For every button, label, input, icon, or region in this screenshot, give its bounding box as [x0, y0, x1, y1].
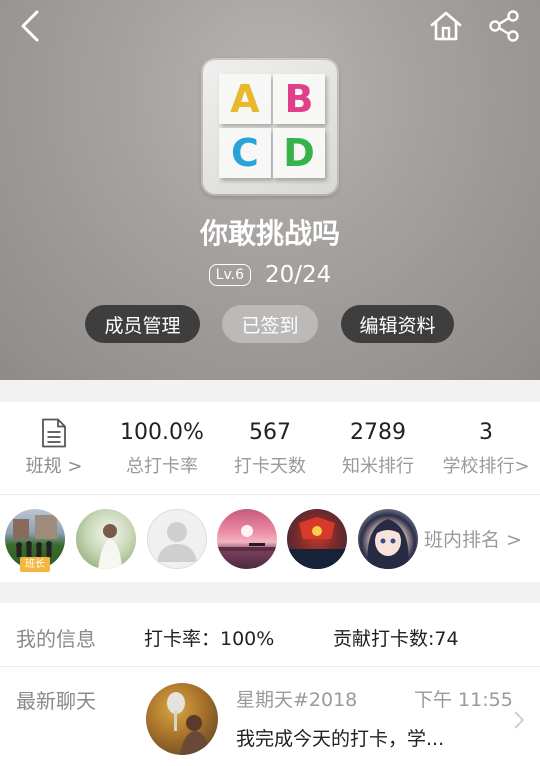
- chevron-left-icon: [21, 10, 39, 42]
- level-row: Lv.6 20/24: [0, 262, 540, 288]
- rules-link[interactable]: 班规 >: [0, 402, 108, 494]
- cover-letter: A: [219, 74, 271, 124]
- checkin-days-label: 打卡天数: [234, 456, 306, 477]
- checkin-rate-value: 100.0%: [120, 420, 204, 445]
- share-button[interactable]: [484, 6, 524, 46]
- latest-chat-title: 最新聊天: [16, 689, 96, 713]
- zhimi-rank-label: 知米排行: [342, 456, 414, 477]
- member-avatar[interactable]: [287, 509, 347, 569]
- chevron-right-icon: [514, 711, 525, 729]
- member-avatar[interactable]: [76, 509, 136, 569]
- level-progress: 20/24: [265, 262, 332, 288]
- checked-in-button[interactable]: 已签到: [222, 305, 318, 343]
- sunset-image: [217, 525, 277, 551]
- zhimi-rank-value: 2789: [350, 420, 406, 445]
- my-info-row[interactable]: 我的信息 打卡率：100% 贡献打卡数:74: [0, 603, 540, 667]
- member-avatar[interactable]: [358, 509, 418, 569]
- member-avatars-row: 班长 班内排名 >: [0, 494, 540, 582]
- home-icon: [430, 11, 462, 41]
- stat-zhimi-rank[interactable]: 2789 知米排行: [324, 402, 432, 494]
- group-header: A B C D 你敢挑战吗 Lv.6 20/24 成员管理 已签到 编辑资料: [0, 0, 540, 380]
- default-avatar-icon: [157, 522, 197, 562]
- rules-label: 班规 >: [25, 456, 83, 477]
- stat-school-rank[interactable]: 3 学校排行>: [432, 402, 540, 494]
- stat-checkin-days: 567 打卡天数: [216, 402, 324, 494]
- chat-timestamp: 下午 11:55: [414, 689, 513, 711]
- share-icon: [489, 10, 519, 42]
- home-button[interactable]: [426, 6, 466, 46]
- monitor-badge: 班长: [20, 557, 50, 572]
- cover-letter: B: [273, 74, 325, 124]
- anime-girl-image: [367, 519, 409, 569]
- edit-profile-button[interactable]: 编辑资料: [341, 305, 454, 343]
- group-cover-image[interactable]: A B C D: [203, 60, 337, 194]
- sender-photo-image: [167, 692, 208, 755]
- member-avatar[interactable]: [217, 509, 277, 569]
- my-checkin-rate: 打卡率：100%: [144, 628, 275, 650]
- checkin-rate-label: 总打卡率: [126, 456, 198, 477]
- chat-message-preview: 我完成今天的打卡，学...: [236, 728, 445, 750]
- action-buttons: 成员管理 已签到 编辑资料: [0, 305, 540, 343]
- level-badge: Lv.6: [208, 264, 252, 286]
- my-contribution: 贡献打卡数:74: [333, 628, 459, 650]
- member-management-button[interactable]: 成员管理: [85, 305, 200, 343]
- back-button[interactable]: [10, 6, 50, 46]
- stat-checkin-rate: 100.0% 总打卡率: [108, 402, 216, 494]
- cover-letter: C: [219, 128, 271, 178]
- document-icon: [42, 418, 66, 448]
- chat-sender-name: 星期天#2018: [236, 689, 358, 711]
- class-ranking-link[interactable]: 班内排名 >: [424, 525, 522, 552]
- member-avatar[interactable]: [147, 509, 207, 569]
- group-name: 你敢挑战吗: [199, 217, 340, 250]
- checkin-days-value: 567: [249, 420, 291, 445]
- chat-sender-avatar: [146, 683, 218, 755]
- stats-row: 班规 > 100.0% 总打卡率 567 打卡天数 2789 知米排行 3 学校…: [0, 402, 540, 494]
- portrait-image: [98, 524, 122, 569]
- crowd-image: [287, 517, 347, 569]
- school-rank-value: 3: [479, 420, 493, 445]
- latest-chat-row[interactable]: 最新聊天 星期天#2018 下午 11:55 我完成今天的打卡，学...: [0, 667, 540, 766]
- cover-letter: D: [273, 128, 325, 178]
- school-rank-label: 学校排行>: [442, 456, 530, 477]
- my-info-title: 我的信息: [16, 627, 96, 651]
